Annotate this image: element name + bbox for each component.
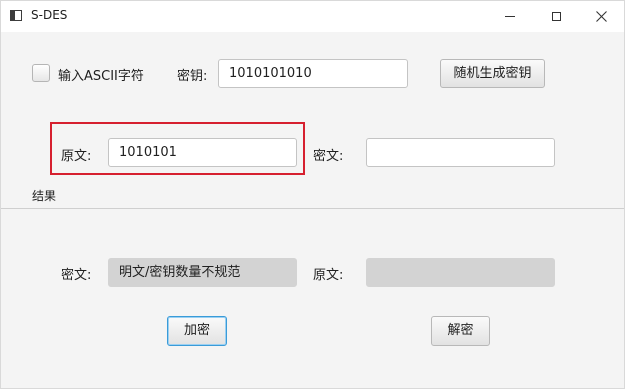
close-icon	[595, 11, 607, 22]
close-button[interactable]	[578, 1, 624, 32]
plaintext-input-label: 原文:	[61, 149, 92, 164]
ciphertext-result-field[interactable]: 明文/密钥数量不规范	[108, 258, 297, 287]
ciphertext-result-label: 密文:	[61, 268, 92, 283]
plaintext-result-field[interactable]	[366, 258, 555, 287]
plaintext-result-label: 原文:	[313, 268, 344, 283]
app-window-icon	[10, 10, 22, 21]
results-section-label: 结果	[32, 189, 57, 203]
key-label: 密钥:	[177, 69, 208, 84]
key-input[interactable]: 1010101010	[218, 59, 408, 88]
title-bar[interactable]: S-DES	[1, 1, 624, 32]
encrypt-button[interactable]: 加密	[167, 316, 227, 346]
ascii-checkbox-label: 输入ASCII字符	[58, 69, 144, 84]
random-key-button[interactable]: 随机生成密钥	[440, 59, 545, 88]
ciphertext-input[interactable]	[366, 138, 555, 167]
maximize-button[interactable]	[533, 1, 579, 32]
maximize-icon	[551, 12, 561, 21]
ciphertext-input-label: 密文:	[313, 149, 344, 164]
decrypt-button[interactable]: 解密	[431, 316, 490, 346]
results-divider	[1, 208, 624, 209]
plaintext-input[interactable]: 1010101	[108, 138, 297, 167]
minimize-icon	[505, 16, 515, 17]
window-title: S-DES	[31, 8, 68, 22]
app-window: S-DES 输入ASCII字符 密钥: 1010101010 随机生成密钥 原文…	[0, 0, 625, 389]
ascii-checkbox[interactable]	[32, 64, 50, 82]
minimize-button[interactable]	[487, 1, 533, 32]
